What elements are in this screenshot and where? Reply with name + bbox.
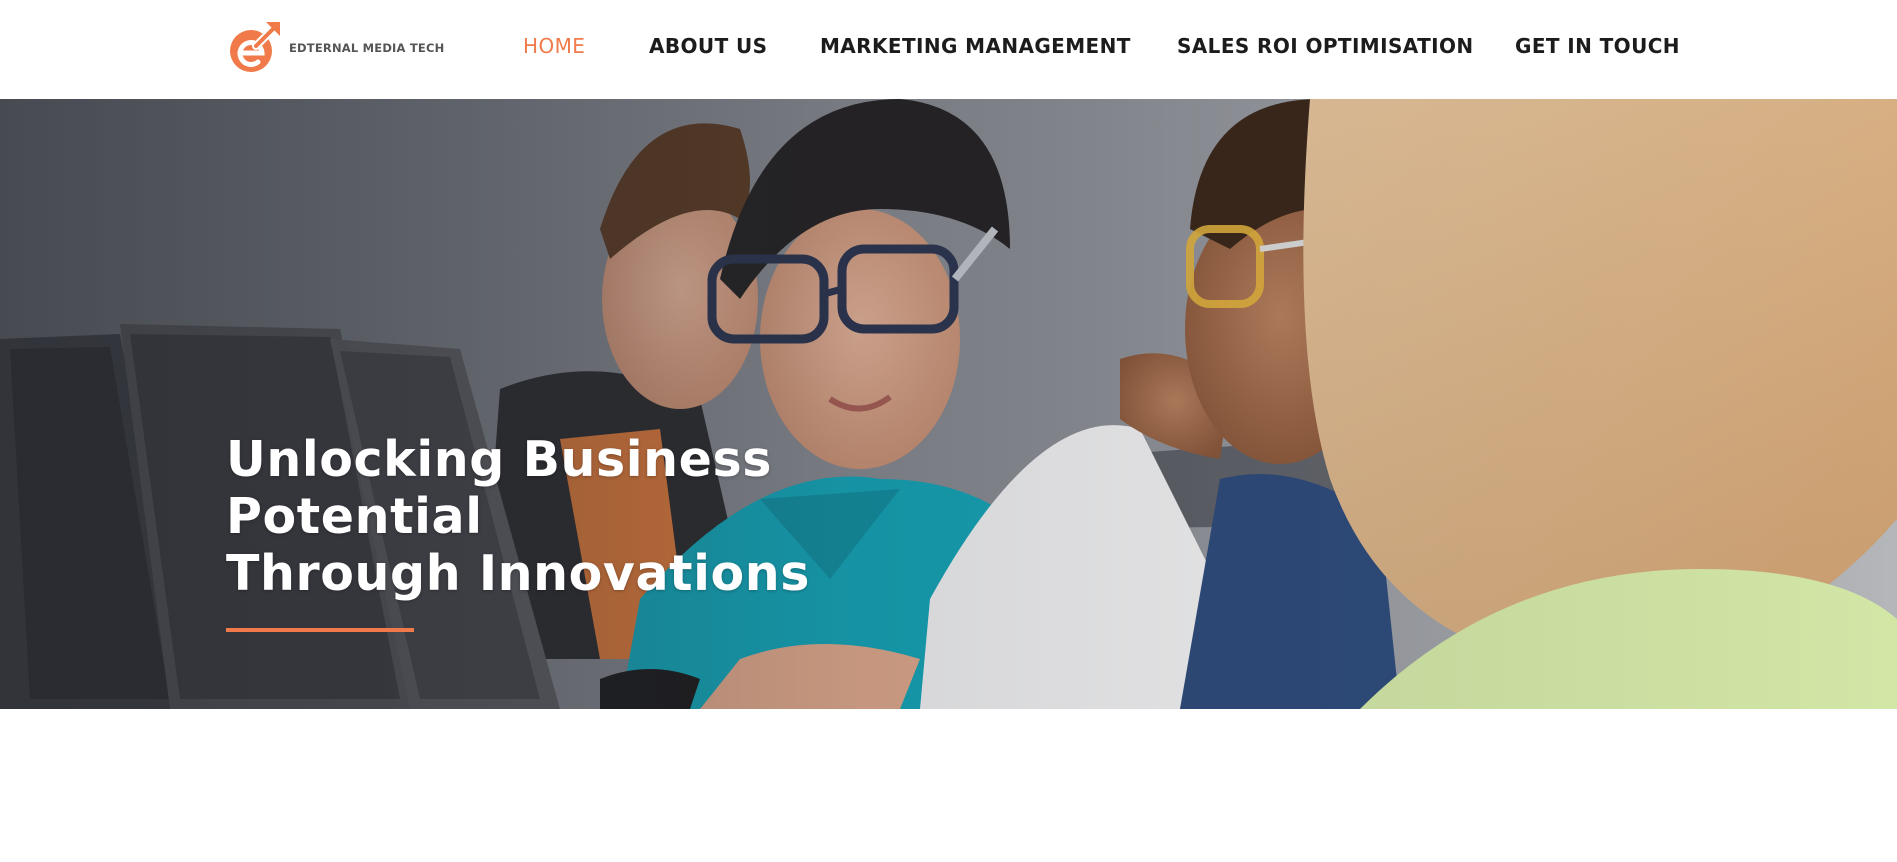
hero-title-line-2: Potential (226, 488, 483, 545)
hero-title-line-1: Unlocking Business (226, 431, 773, 488)
hero-accent-underline (226, 628, 414, 632)
nav-get-in-touch[interactable]: GET IN TOUCH (1515, 33, 1680, 59)
hero-title-line-3: Through Innovations (226, 545, 811, 602)
hero-background-image (0, 99, 1897, 709)
main-nav: HOME ABOUT US MARKETING MANAGEMENT SALES… (0, 33, 1897, 59)
page-content-area (0, 709, 1897, 862)
nav-sales-roi-optimisation[interactable]: SALES ROI OPTIMISATION (1177, 33, 1474, 59)
nav-about-us[interactable]: ABOUT US (649, 33, 767, 59)
hero-title: Unlocking Business Potential Through Inn… (226, 431, 810, 602)
hero-banner: Unlocking Business Potential Through Inn… (0, 99, 1897, 709)
nav-home[interactable]: HOME (523, 33, 585, 59)
site-header: EDTERNAL MEDIA TECH HOME ABOUT US MARKET… (0, 0, 1897, 99)
nav-marketing-management[interactable]: MARKETING MANAGEMENT (820, 33, 1131, 59)
